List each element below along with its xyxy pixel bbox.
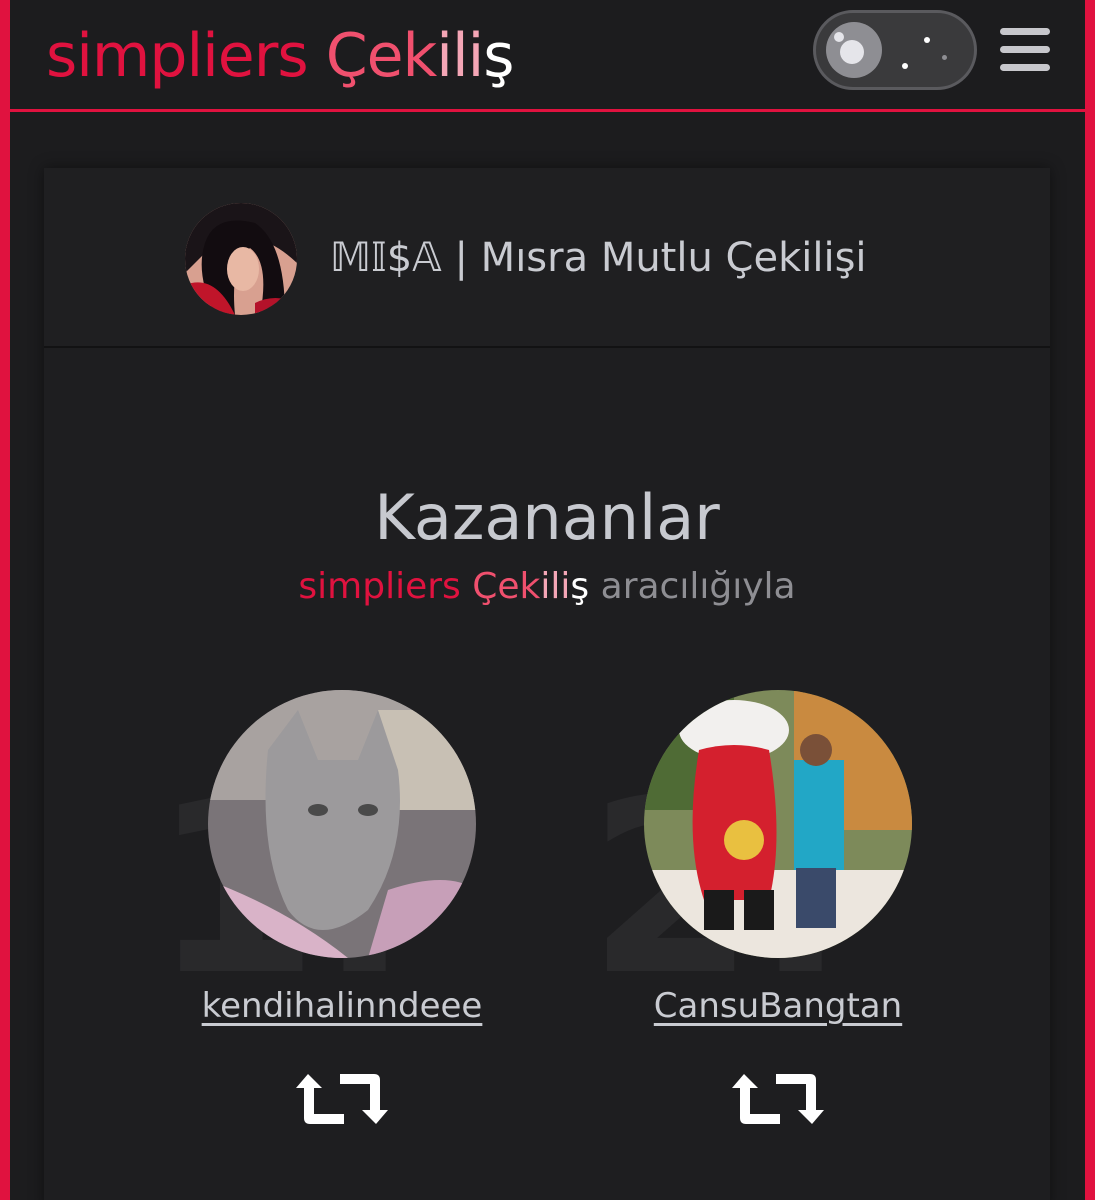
host-avatar[interactable] [185,203,297,315]
hamburger-menu-icon[interactable] [1000,28,1050,72]
via-brand-part-4: ş [570,566,590,607]
via-text: aracılığıyla [589,566,796,607]
winner-username[interactable]: CansuBangtan [622,983,934,1029]
retweet-icon[interactable] [730,1066,826,1132]
app-frame: simpliers Çekiliş 𝕄𝕀$𝔸 | Mısra Mutlu Çek… [0,0,1095,1200]
brand-part-3: ili [436,21,484,91]
giveaway-title: 𝕄𝕀$𝔸 | Mısra Mutlu Çekilişi [330,235,867,281]
card-header: 𝕄𝕀$𝔸 | Mısra Mutlu Çekilişi [44,168,1050,348]
theme-toggle[interactable] [813,10,977,90]
brand-part-2: Çek [325,21,438,91]
retweet-icon[interactable] [294,1066,390,1132]
star-icon [902,63,908,69]
brand-part-4: ş [483,21,514,91]
brand-logo[interactable]: simpliers Çekiliş [46,16,515,96]
via-line: simpliers Çekiliş aracılığıyla [44,563,1050,611]
moon-icon [826,22,882,78]
star-icon [942,55,947,60]
star-icon [924,37,930,43]
via-brand-part-3: ili [540,566,571,607]
brand-part-1: simpliers [46,21,326,91]
giveaway-card: 𝕄𝕀$𝔸 | Mısra Mutlu Çekilişi Kazananlar s… [44,168,1050,1200]
winners-heading: Kazananlar [374,481,720,554]
via-brand-part-2: Çek [472,566,541,607]
via-brand-part-1: simpliers [298,566,473,607]
winner-username[interactable]: kendihalinndeee [186,983,498,1029]
winner-card-2: 2. CansuBangtan [588,688,962,1158]
winner-avatar[interactable] [644,690,912,958]
navbar: simpliers Çekiliş [10,0,1085,112]
winner-avatar[interactable] [208,690,476,958]
winner-card-1: 1. kendihalinndeee [152,688,526,1158]
